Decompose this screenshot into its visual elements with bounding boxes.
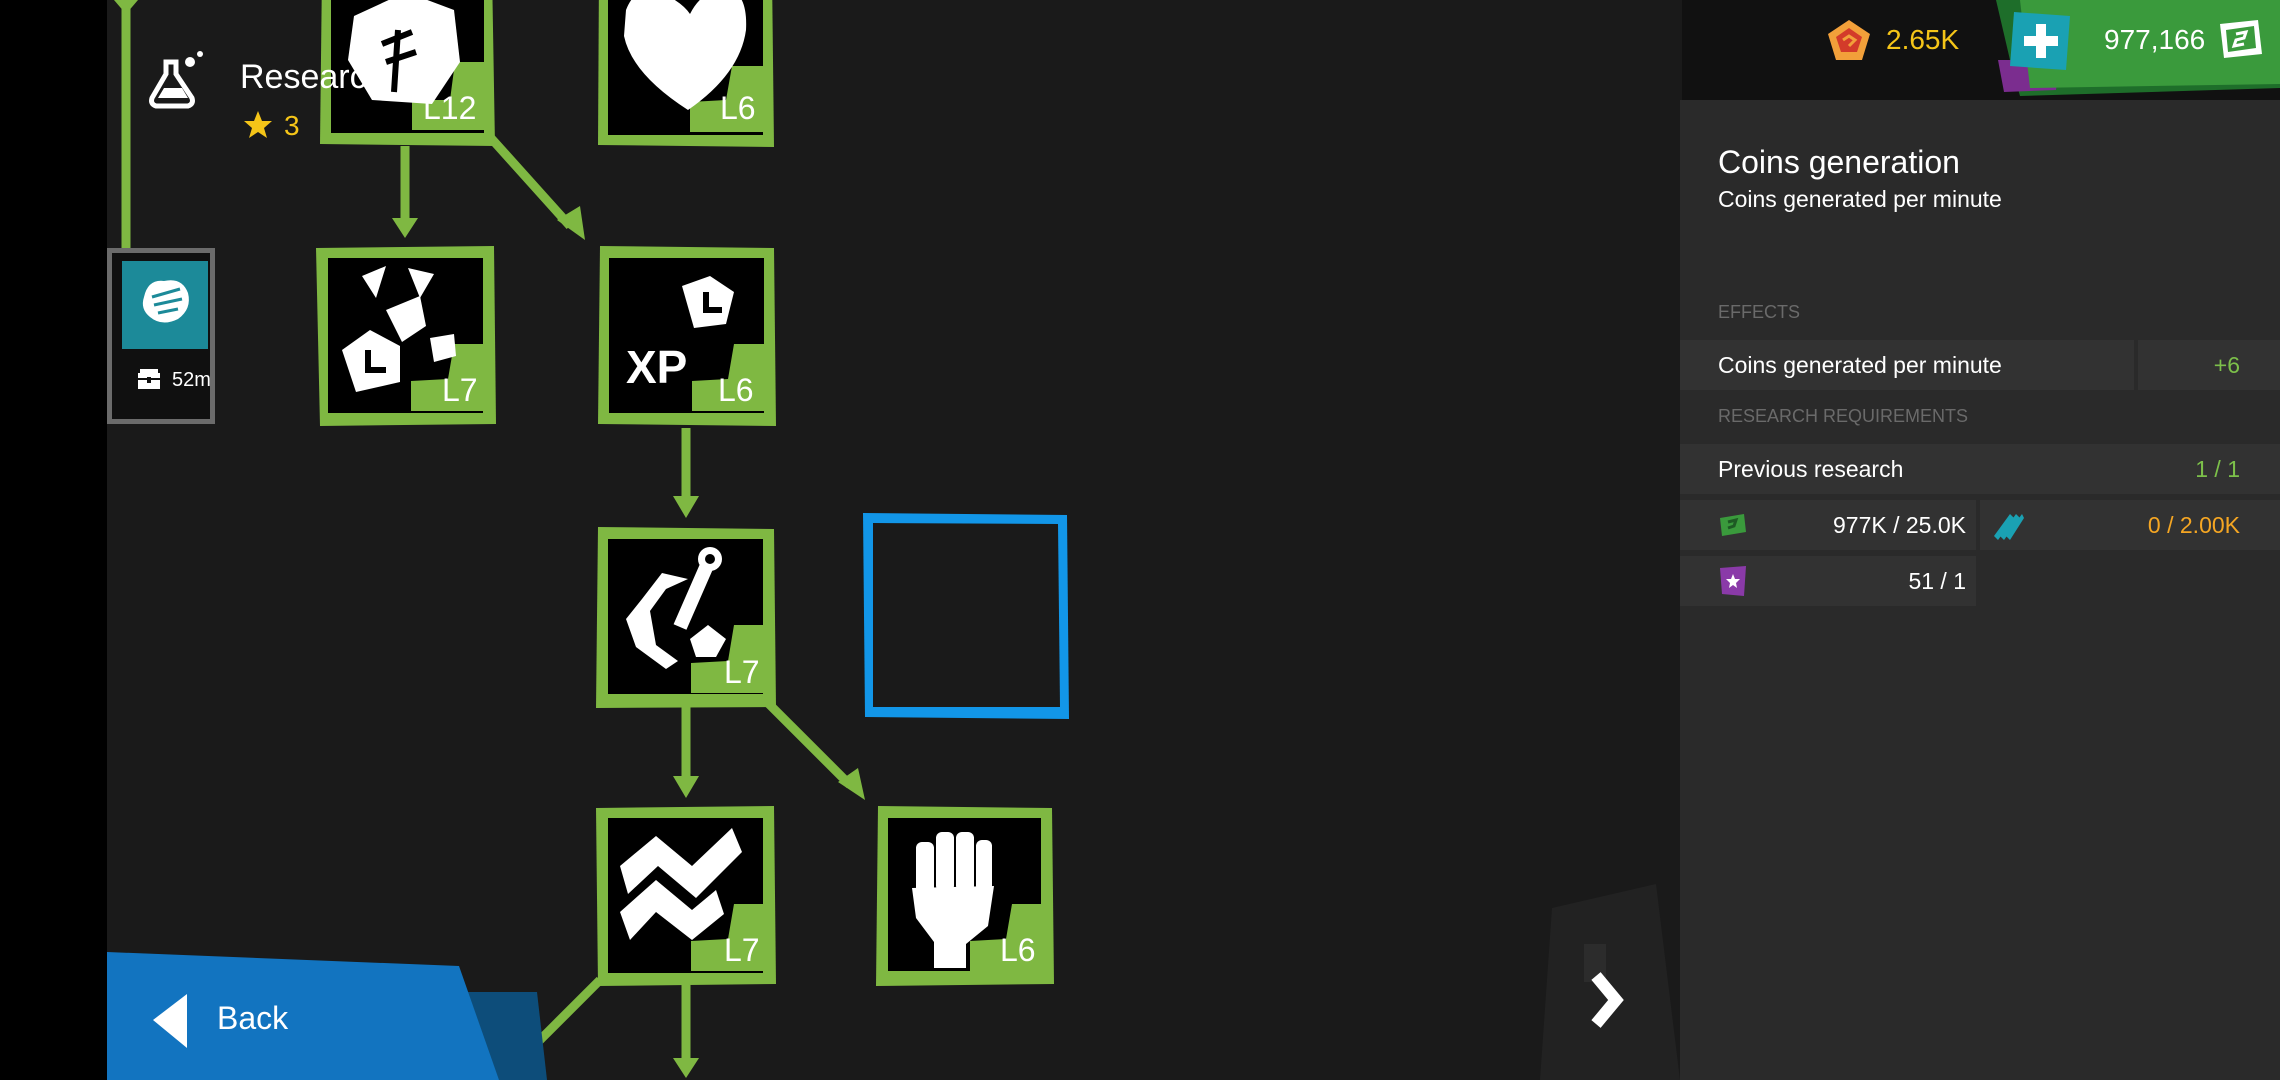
node-level: L7 [724, 932, 760, 968]
previous-research-row: Previous research 1 / 1 [1680, 444, 2280, 494]
cost-value: 977K / 25.0K [1833, 512, 1966, 538]
research-node-top-right[interactable]: L6 [598, 0, 774, 147]
fist-handshake-icon [142, 280, 189, 323]
coin-count: 977,166 [2104, 24, 2206, 55]
gem-icon [1828, 20, 1870, 60]
node-level: L7 [442, 372, 478, 408]
star-icon [244, 111, 272, 138]
cost-purple-card: 51 / 1 [1680, 556, 1976, 606]
node-level: L7 [724, 654, 760, 690]
gem-count: 2.65K [1886, 24, 1960, 55]
back-button-label: Back [217, 1000, 289, 1036]
next-arrow-button[interactable] [1540, 884, 1680, 1080]
cost-cards: 0 / 2.00K [1980, 500, 2280, 550]
cash-icon [1720, 514, 1746, 536]
cost-value: 0 / 2.00K [2147, 512, 2240, 538]
game-screen: 52m L12 L6 L7 XP L6 L7 L7 L6 Research 3 … [0, 0, 2280, 1080]
research-node-mid-right[interactable]: XP L6 [598, 246, 776, 426]
tree-connectors [114, 0, 865, 1078]
effects-header: EFFECTS [1718, 302, 1801, 322]
research-node-bottom-right[interactable]: L6 [876, 806, 1054, 986]
cash-icon [2220, 20, 2262, 58]
star-count: 3 [284, 110, 300, 141]
node-level: L6 [1000, 932, 1036, 968]
side-research-node[interactable]: 52m [107, 248, 215, 424]
back-button[interactable]: Back [107, 952, 547, 1080]
node-xp-label: XP [626, 341, 688, 393]
research-node-center[interactable]: L7 [596, 527, 776, 708]
node-level: L6 [718, 372, 754, 408]
previous-research-label: Previous research [1718, 456, 1904, 482]
cost-value: 51 / 1 [1908, 568, 1966, 594]
requirements-header: RESEARCH REQUIREMENTS [1718, 406, 1969, 426]
side-node-timer: 52m [172, 369, 211, 391]
cost-cash: 977K / 25.0K [1680, 500, 1976, 550]
previous-research-value: 1 / 1 [2195, 456, 2240, 482]
panel-title: Coins generation [1718, 144, 1960, 180]
research-node-bottom-center[interactable]: L7 [596, 806, 776, 986]
research-node-mid-left[interactable]: L7 [316, 246, 496, 426]
node-level: L12 [423, 90, 477, 126]
page-title: Research [240, 58, 386, 96]
chest-icon [138, 369, 160, 389]
flask-icon [149, 51, 203, 109]
add-currency-button[interactable] [2010, 10, 2072, 72]
effect-label: Coins generated per minute [1718, 352, 2002, 378]
effect-value: +6 [2213, 352, 2240, 378]
panel-subtitle: Coins generated per minute [1718, 186, 2002, 212]
selected-empty-slot[interactable] [861, 513, 1069, 719]
cards-icon [1994, 514, 2024, 540]
purple-card-icon [1720, 566, 1746, 596]
node-level: L6 [720, 90, 756, 126]
effect-row: Coins generated per minute +6 [1680, 340, 2280, 390]
details-panel: Coins generation Coins generated per min… [1680, 100, 2280, 1080]
